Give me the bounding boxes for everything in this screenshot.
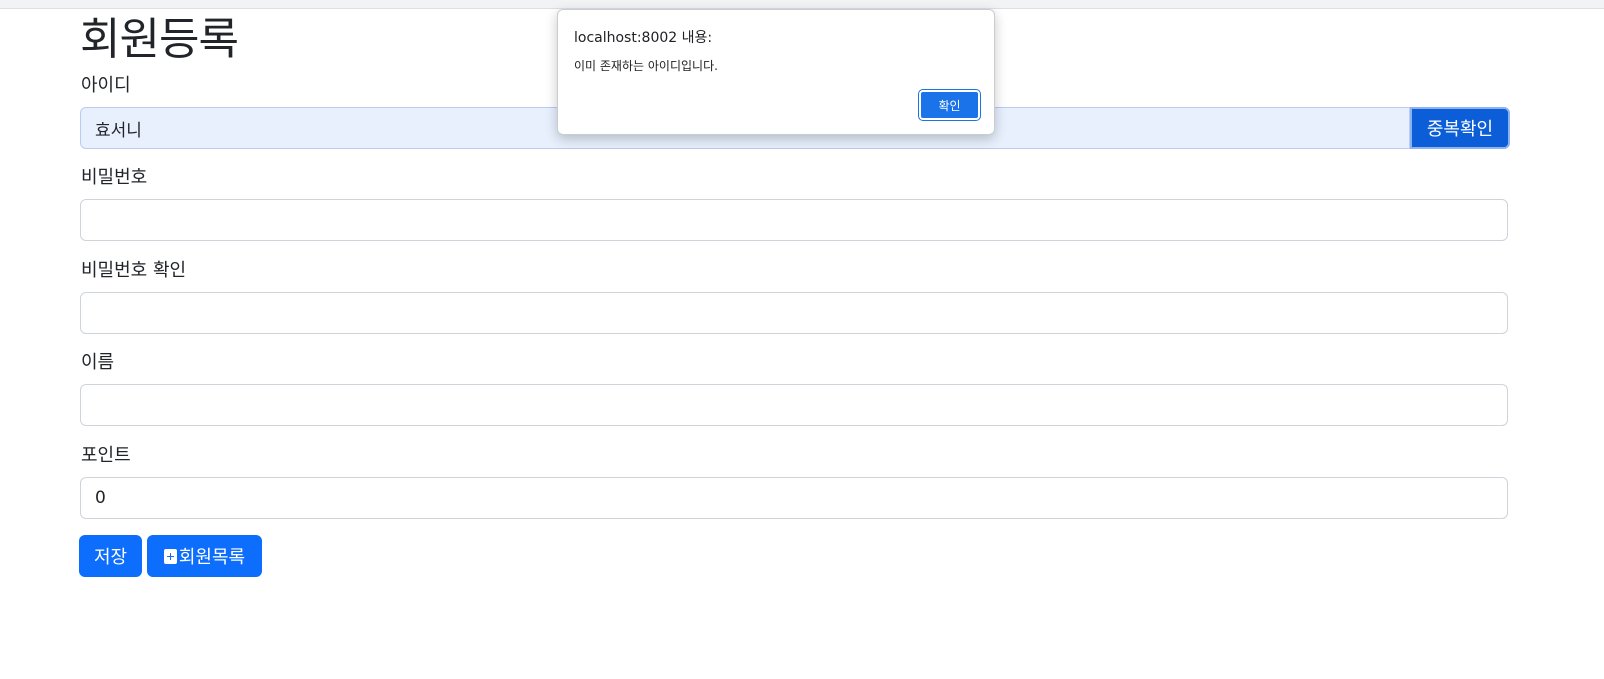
duplicate-check-button[interactable]: 중복확인	[1410, 107, 1510, 149]
alert-origin: localhost:8002 내용:	[574, 30, 713, 46]
password-confirm-label: 비밀번호 확인	[81, 260, 187, 281]
alert-message: 이미 존재하는 아이디입니다.	[574, 59, 718, 73]
plus-square-icon	[163, 548, 177, 564]
save-button[interactable]: 저장	[79, 535, 142, 577]
password-confirm-input[interactable]	[80, 292, 1508, 334]
page-title: 회원등록	[80, 14, 239, 65]
alert-ok-button[interactable]: 확인	[918, 89, 981, 121]
member-list-button[interactable]: 회원목록	[147, 535, 262, 577]
name-label: 이름	[81, 352, 115, 373]
point-label: 포인트	[81, 445, 131, 466]
browser-chrome-strip	[0, 0, 1604, 9]
point-input[interactable]	[80, 477, 1508, 519]
id-label: 아이디	[81, 75, 131, 96]
password-input[interactable]	[80, 199, 1508, 241]
name-input[interactable]	[80, 384, 1508, 426]
member-list-label: 회원목록	[178, 547, 246, 568]
password-label: 비밀번호	[81, 167, 148, 188]
alert-dialog: localhost:8002 내용: 이미 존재하는 아이디입니다. 확인	[557, 9, 995, 135]
